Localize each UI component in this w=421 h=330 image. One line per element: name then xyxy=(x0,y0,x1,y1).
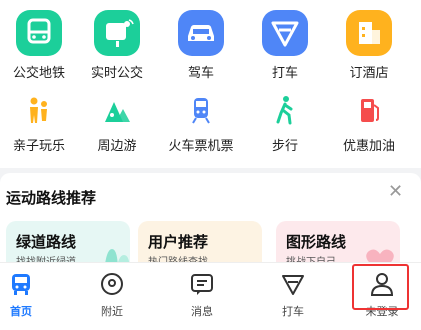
bus-icon xyxy=(16,10,62,56)
tab-message[interactable]: 消息 xyxy=(170,271,234,319)
family-icon xyxy=(24,95,54,125)
grid-item-hotel[interactable]: 订酒店 xyxy=(327,10,411,81)
tab-home[interactable]: 首页 xyxy=(0,271,53,319)
grid-item-bus-subway[interactable]: 公交地铁 xyxy=(0,10,81,81)
close-icon[interactable]: ✕ xyxy=(388,181,403,202)
realtime-bus-icon xyxy=(94,10,140,56)
train-icon xyxy=(186,95,216,125)
grid-label: 周边游 xyxy=(97,139,137,154)
hotel-icon xyxy=(346,10,392,56)
taxi-tab-icon xyxy=(280,271,306,297)
home-icon xyxy=(8,271,34,297)
route-card-title: 用户推荐 xyxy=(148,233,209,251)
grid-label: 订酒店 xyxy=(349,66,389,81)
route-card-title: 图形路线 xyxy=(286,233,347,251)
route-recommend-card: 运动路线推荐 ✕ 绿道路线 找找附近绿道 用户推荐 热门路线查找 图形路线 挑战… xyxy=(0,173,421,273)
grid-label: 亲子玩乐 xyxy=(12,139,65,154)
grid-item-train[interactable]: 火车票机票 xyxy=(159,95,243,154)
grid-item-taxi[interactable]: 打车 xyxy=(243,10,327,81)
service-grid: 公交地铁 实时公交 驾车 打车 订酒店 亲子玩乐 周边游 火车票机票 步行 优惠… xyxy=(0,0,421,168)
grid-label: 打车 xyxy=(271,66,298,81)
grid-label: 实时公交 xyxy=(90,66,143,81)
tab-label: 消息 xyxy=(191,305,213,318)
location-icon xyxy=(99,271,125,297)
grid-label: 驾车 xyxy=(187,66,214,81)
grid-item-drive[interactable]: 驾车 xyxy=(159,10,243,81)
taxi-icon xyxy=(262,10,308,56)
tab-label: 打车 xyxy=(282,305,304,318)
tab-label: 首页 xyxy=(10,305,32,318)
tab-taxi[interactable]: 打车 xyxy=(261,271,325,319)
grid-item-walk[interactable]: 步行 xyxy=(243,95,327,154)
grid-label: 火车票机票 xyxy=(168,139,234,154)
message-icon xyxy=(189,271,215,297)
tab-label: 附近 xyxy=(101,305,123,318)
route-card-title: 绿道路线 xyxy=(16,233,77,251)
grid-item-family[interactable]: 亲子玩乐 xyxy=(0,95,81,154)
walk-icon xyxy=(270,95,300,125)
grid-label: 公交地铁 xyxy=(12,66,65,81)
grid-label: 优惠加油 xyxy=(342,139,395,154)
fuel-icon xyxy=(354,95,384,125)
grid-item-fuel[interactable]: 优惠加油 xyxy=(327,95,411,154)
nearby-trip-icon xyxy=(102,95,132,125)
highlight-box xyxy=(352,264,409,310)
grid-label: 步行 xyxy=(271,139,298,154)
grid-item-realtime-bus[interactable]: 实时公交 xyxy=(75,10,159,81)
tab-nearby[interactable]: 附近 xyxy=(80,271,144,319)
grid-item-nearby-trip[interactable]: 周边游 xyxy=(75,95,159,154)
card-title: 运动路线推荐 xyxy=(6,189,97,207)
car-icon xyxy=(178,10,224,56)
